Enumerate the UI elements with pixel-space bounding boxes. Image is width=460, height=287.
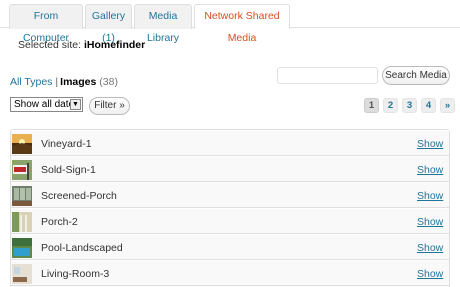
- show-link[interactable]: Show: [417, 164, 443, 176]
- filter-separator: |: [55, 76, 59, 88]
- page-4[interactable]: 4: [421, 98, 436, 113]
- search-input[interactable]: [277, 67, 378, 84]
- selected-site-label: Selected site:: [18, 39, 82, 51]
- media-row: Living-Room-3 Show: [11, 260, 449, 286]
- show-link[interactable]: Show: [417, 216, 443, 228]
- media-row: Vineyard-1 Show: [11, 130, 449, 156]
- selected-site: Selected site: iHomefinder: [18, 39, 145, 51]
- page-3[interactable]: 3: [402, 98, 417, 113]
- media-row: Pool-Landscaped Show: [11, 234, 449, 260]
- selected-site-name: iHomefinder: [83, 39, 146, 51]
- show-link[interactable]: Show: [417, 268, 443, 280]
- media-row: Porch-2 Show: [11, 208, 449, 234]
- filter-images-current[interactable]: Images: [60, 76, 96, 88]
- type-filters: All Types | Images (38): [10, 76, 118, 88]
- show-link[interactable]: Show: [417, 190, 443, 202]
- media-title: Vineyard-1: [41, 138, 92, 150]
- screened-porch-thumbnail: [12, 186, 32, 206]
- show-link[interactable]: Show: [417, 242, 443, 254]
- living-room-thumbnail: [12, 264, 32, 284]
- media-title: Sold-Sign-1: [41, 164, 96, 176]
- date-filter-select[interactable]: Show all dates ▼: [10, 97, 83, 112]
- page-1: 1: [364, 98, 379, 113]
- dropdown-arrow-icon[interactable]: ▼: [70, 99, 81, 110]
- media-list: Vineyard-1 Show Sold-Sign-1 Show Screene…: [10, 129, 450, 287]
- media-title: Pool-Landscaped: [41, 242, 123, 254]
- media-tabs: From Computer Gallery (1) Media Library …: [0, 0, 460, 44]
- tab-media-library[interactable]: Media Library: [134, 4, 192, 44]
- tab-gallery[interactable]: Gallery (1): [85, 4, 132, 44]
- media-title: Living-Room-3: [41, 268, 110, 280]
- filter-images-count: (38): [99, 76, 118, 88]
- porch-thumbnail: [12, 212, 32, 232]
- filter-all-types-link[interactable]: All Types: [10, 76, 52, 88]
- show-link[interactable]: Show: [417, 138, 443, 150]
- media-title: Screened-Porch: [41, 190, 117, 202]
- media-row: Screened-Porch Show: [11, 182, 449, 208]
- pool-thumbnail: [12, 238, 32, 258]
- tab-network-shared-media[interactable]: Network Shared Media: [194, 4, 290, 44]
- sold-sign-thumbnail: [12, 160, 32, 180]
- filter-button[interactable]: Filter »: [89, 97, 130, 115]
- page-2[interactable]: 2: [383, 98, 398, 113]
- tab-from-computer[interactable]: From Computer: [9, 4, 83, 44]
- media-row: Sold-Sign-1 Show: [11, 156, 449, 182]
- search-media-button[interactable]: Search Media: [382, 66, 450, 85]
- media-title: Porch-2: [41, 216, 78, 228]
- next-page[interactable]: »: [440, 98, 455, 113]
- vineyard-thumbnail: [12, 134, 32, 154]
